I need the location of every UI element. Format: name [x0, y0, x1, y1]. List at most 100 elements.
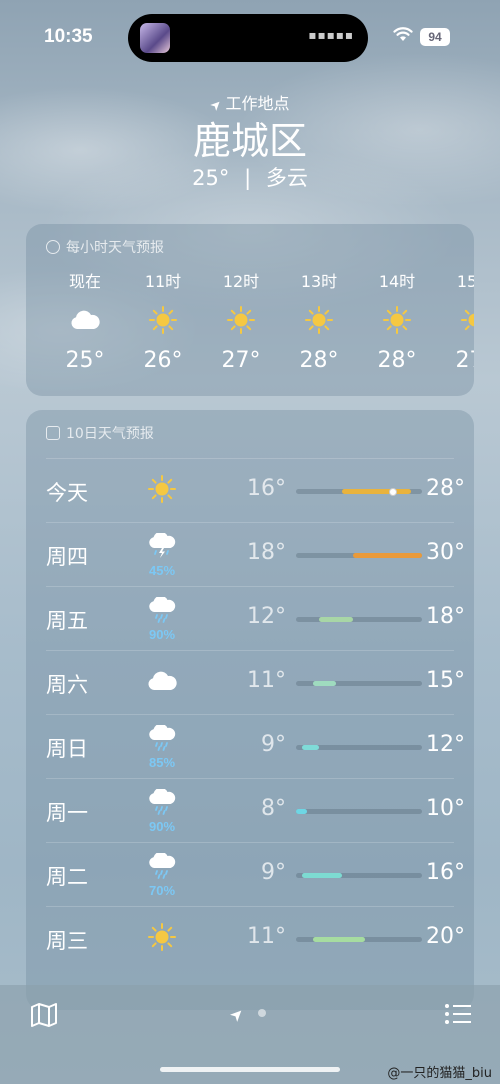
- low-temp: 9°: [261, 860, 286, 885]
- hourly-item: 12时 27°: [202, 268, 280, 373]
- hour-label: 现在: [68, 272, 101, 291]
- hourly-list[interactable]: 现在 25° 11时 26° 12时 27° 13时 28° 14时 28° 15时 27°: [46, 268, 474, 373]
- day-label: 周四: [46, 545, 88, 569]
- temp-range-bar: [296, 681, 422, 686]
- high-temp: 15°: [426, 668, 465, 693]
- cloud-icon: [146, 670, 178, 696]
- hourly-item: 11时 26°: [124, 268, 202, 373]
- temp-range-bar: [296, 809, 422, 814]
- low-temp: 12°: [247, 604, 286, 629]
- temp-range-fill: [302, 745, 319, 750]
- day-label: 周三: [46, 929, 88, 953]
- daily-row[interactable]: 周三 11° 20°: [46, 906, 465, 970]
- sun-icon: [124, 292, 202, 348]
- day-weather: 45%: [142, 531, 182, 579]
- sun-icon: [280, 292, 358, 348]
- temp-range-bar: [296, 553, 422, 558]
- daily-row[interactable]: 周一 90% 8° 10°: [46, 778, 465, 842]
- day-label: 周日: [46, 737, 88, 761]
- home-indicator[interactable]: [160, 1067, 340, 1072]
- hour-temp: 28°: [299, 348, 339, 373]
- hour-temp: 27°: [221, 348, 261, 373]
- current-temp-marker: [389, 487, 397, 496]
- temp-range-bar: [296, 487, 422, 496]
- rain-cloud-icon: [147, 723, 177, 755]
- sun-icon: [147, 474, 177, 508]
- city-name: 鹿城区: [192, 119, 307, 163]
- day-weather: [142, 467, 182, 515]
- high-temp: 10°: [426, 796, 465, 821]
- hour-label: 14时: [378, 272, 416, 291]
- low-temp: 11°: [247, 668, 286, 693]
- rain-cloud-icon: [147, 787, 177, 819]
- watermark: @一只的猫猫_biu: [387, 1066, 492, 1081]
- low-temp: 16°: [247, 476, 286, 501]
- list-icon[interactable]: [444, 1002, 472, 1026]
- temp-range-bar: [296, 745, 422, 750]
- map-icon[interactable]: [30, 1003, 58, 1027]
- daily-row[interactable]: 周日 85% 9° 12°: [46, 714, 465, 778]
- temp-range-fill: [342, 489, 411, 494]
- hourly-item: 13时 28°: [280, 268, 358, 373]
- hourly-forecast-card[interactable]: 每小时天气预报 现在 25° 11时 26° 12时 27° 13时 28° 14时 28° 15时…: [26, 224, 474, 396]
- high-temp: 12°: [426, 732, 465, 757]
- sun-icon: [358, 292, 436, 348]
- cloud-icon: [46, 292, 124, 348]
- temp-range-fill: [296, 809, 307, 814]
- hour-label: 12时: [222, 272, 260, 291]
- precip-chance: 90%: [148, 626, 176, 642]
- daily-row[interactable]: 今天 16° 28°: [46, 458, 465, 522]
- hourly-item: 14时 28°: [358, 268, 436, 373]
- day-weather: 85%: [142, 723, 182, 771]
- hour-temp: 27°: [455, 348, 475, 373]
- hour-label: 11时: [144, 272, 182, 291]
- sun-icon: [202, 292, 280, 348]
- temp-range-bar: [296, 937, 422, 942]
- day-weather: 90%: [142, 595, 182, 643]
- day-label: 周五: [46, 609, 88, 633]
- high-temp: 28°: [426, 476, 465, 501]
- day-weather: 90%: [142, 787, 182, 835]
- hour-label: 13时: [300, 272, 338, 291]
- separator: |: [244, 166, 252, 190]
- day-weather: [142, 915, 182, 963]
- dynamic-island[interactable]: ▪▪▪▪▪: [128, 14, 368, 62]
- daily-row[interactable]: 周四 45% 18° 30°: [46, 522, 465, 586]
- temp-range-fill: [302, 873, 342, 878]
- hour-temp: 26°: [143, 348, 183, 373]
- daily-row[interactable]: 周二 70% 9° 16°: [46, 842, 465, 906]
- day-weather: 70%: [142, 851, 182, 899]
- clock-icon: [46, 240, 60, 254]
- status-bar: 10:35 ▪▪▪▪▪ 94: [0, 0, 500, 70]
- current-temp: 25°: [192, 166, 230, 190]
- daily-forecast-card[interactable]: 10日天气预报 今天 16° 28° 周四 45% 18° 30° 周五 90% 12° 18° 周六…: [26, 410, 474, 1010]
- calendar-icon: [46, 426, 60, 440]
- page-indicator-dot[interactable]: [258, 1009, 266, 1017]
- temp-range-fill: [353, 553, 422, 558]
- daily-row[interactable]: 周五 90% 12° 18°: [46, 586, 465, 650]
- rain-cloud-icon: [147, 851, 177, 883]
- temp-range-bar: [296, 617, 422, 622]
- precip-chance: 70%: [148, 882, 176, 898]
- high-temp: 20°: [426, 924, 465, 949]
- hourly-forecast-title: 每小时天气预报: [66, 240, 164, 256]
- temp-range-fill: [319, 617, 353, 622]
- current-location-page-icon[interactable]: ➤: [225, 1003, 248, 1026]
- low-temp: 11°: [247, 924, 286, 949]
- daily-forecast-title: 10日天气预报: [66, 426, 154, 442]
- hour-temp: 25°: [65, 348, 105, 373]
- now-playing-thumbnail[interactable]: [140, 23, 170, 53]
- temp-range-fill: [313, 681, 336, 686]
- daily-row[interactable]: 周六 11° 15°: [46, 650, 465, 714]
- high-temp: 18°: [426, 604, 465, 629]
- sun-icon: [147, 922, 177, 956]
- day-label: 周二: [46, 865, 88, 889]
- rain-cloud-icon: [147, 595, 177, 627]
- temp-range-bar: [296, 873, 422, 878]
- audio-waveform-icon: ▪▪▪▪▪: [308, 28, 354, 42]
- precip-chance: 45%: [148, 562, 176, 578]
- low-temp: 8°: [261, 796, 286, 821]
- low-temp: 9°: [261, 732, 286, 757]
- low-temp: 18°: [247, 540, 286, 565]
- current-condition: 多云: [265, 166, 308, 190]
